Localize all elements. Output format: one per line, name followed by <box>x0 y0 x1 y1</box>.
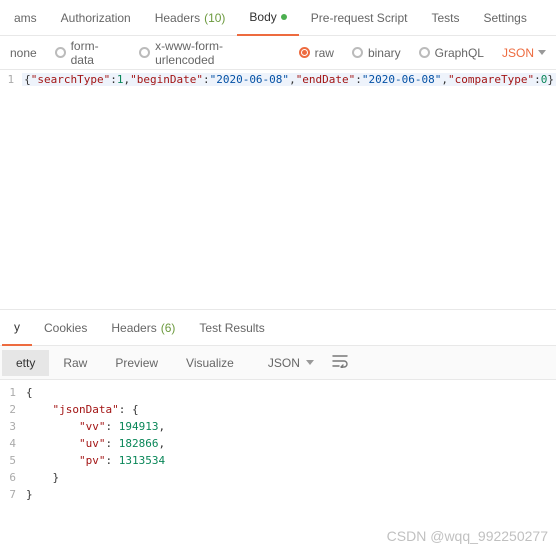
resp-tab-test-results[interactable]: Test Results <box>187 310 276 346</box>
radio-icon <box>419 47 430 58</box>
code-line: {"searchType":1,"beginDate":"2020-06-08"… <box>22 73 556 86</box>
code-line: "pv": 1313534 <box>26 454 165 467</box>
line-number: 5 <box>0 454 26 467</box>
wrap-lines-icon[interactable] <box>332 354 350 371</box>
tab-headers-label: Headers <box>155 11 200 25</box>
tab-settings[interactable]: Settings <box>472 0 539 36</box>
line-number: 7 <box>0 488 26 501</box>
radio-binary[interactable]: binary <box>346 46 407 60</box>
line-number: 3 <box>0 420 26 433</box>
view-raw-button[interactable]: Raw <box>49 350 101 376</box>
resp-tab-body[interactable]: y <box>2 310 32 346</box>
response-format-label: JSON <box>268 356 300 370</box>
radio-graphql-label: GraphQL <box>435 46 484 60</box>
code-line: { <box>26 386 33 399</box>
resp-tab-cookies[interactable]: Cookies <box>32 310 99 346</box>
watermark-text: CSDN @wqq_992250277 <box>387 528 548 544</box>
view-pretty-button[interactable]: etty <box>2 350 49 376</box>
body-dirty-dot-icon <box>281 14 287 20</box>
code-line: } <box>26 488 33 501</box>
tab-headers[interactable]: Headers (10) <box>143 0 238 36</box>
radio-none-label: none <box>10 46 37 60</box>
tab-authorization[interactable]: Authorization <box>49 0 143 36</box>
radio-raw[interactable]: raw <box>293 46 340 60</box>
radio-form-data[interactable]: form-data <box>49 39 127 67</box>
content-type-dropdown[interactable]: JSON <box>496 46 552 60</box>
radio-none[interactable]: none <box>4 46 43 60</box>
line-number: 1 <box>0 73 22 86</box>
content-type-label: JSON <box>502 46 534 60</box>
radio-xwww-label: x-www-form-urlencoded <box>155 39 281 67</box>
line-number: 1 <box>0 386 26 399</box>
response-toolbar: etty Raw Preview Visualize JSON <box>0 346 556 380</box>
code-line: } <box>26 471 59 484</box>
headers-count: (10) <box>204 11 225 25</box>
radio-icon <box>139 47 150 58</box>
tab-tests[interactable]: Tests <box>419 0 471 36</box>
line-number: 2 <box>0 403 26 416</box>
code-line: "jsonData": { <box>26 403 139 416</box>
tab-prerequest[interactable]: Pre-request Script <box>299 0 420 36</box>
view-preview-button[interactable]: Preview <box>101 350 172 376</box>
radio-icon <box>352 47 363 58</box>
editor-line: 1 {"searchType":1,"beginDate":"2020-06-0… <box>0 70 556 88</box>
code-line: "uv": 182866, <box>26 437 165 450</box>
radio-graphql[interactable]: GraphQL <box>413 46 490 60</box>
code-line: "vv": 194913, <box>26 420 165 433</box>
body-type-row: none form-data x-www-form-urlencoded raw… <box>0 36 556 70</box>
response-tabs: y Cookies Headers (6) Test Results <box>0 310 556 346</box>
radio-xwww[interactable]: x-www-form-urlencoded <box>133 39 286 67</box>
resp-headers-label: Headers <box>111 321 156 335</box>
radio-formdata-label: form-data <box>71 39 122 67</box>
radio-icon <box>55 47 66 58</box>
tab-params[interactable]: ams <box>2 0 49 36</box>
response-body-editor[interactable]: 1{ 2 "jsonData": { 3 "vv": 194913, 4 "uv… <box>0 380 556 503</box>
radio-icon <box>299 47 310 58</box>
chevron-down-icon <box>538 50 546 55</box>
radio-binary-label: binary <box>368 46 401 60</box>
line-number: 6 <box>0 471 26 484</box>
radio-raw-label: raw <box>315 46 334 60</box>
line-number: 4 <box>0 437 26 450</box>
resp-tab-headers[interactable]: Headers (6) <box>99 310 187 346</box>
chevron-down-icon <box>306 360 314 365</box>
request-body-editor[interactable]: 1 {"searchType":1,"beginDate":"2020-06-0… <box>0 70 556 310</box>
view-visualize-button[interactable]: Visualize <box>172 350 248 376</box>
request-tabs: ams Authorization Headers (10) Body Pre-… <box>0 0 556 36</box>
response-format-dropdown[interactable]: JSON <box>258 350 324 376</box>
tab-body[interactable]: Body <box>237 0 298 36</box>
resp-headers-count: (6) <box>161 321 176 335</box>
tab-body-label: Body <box>249 10 276 24</box>
